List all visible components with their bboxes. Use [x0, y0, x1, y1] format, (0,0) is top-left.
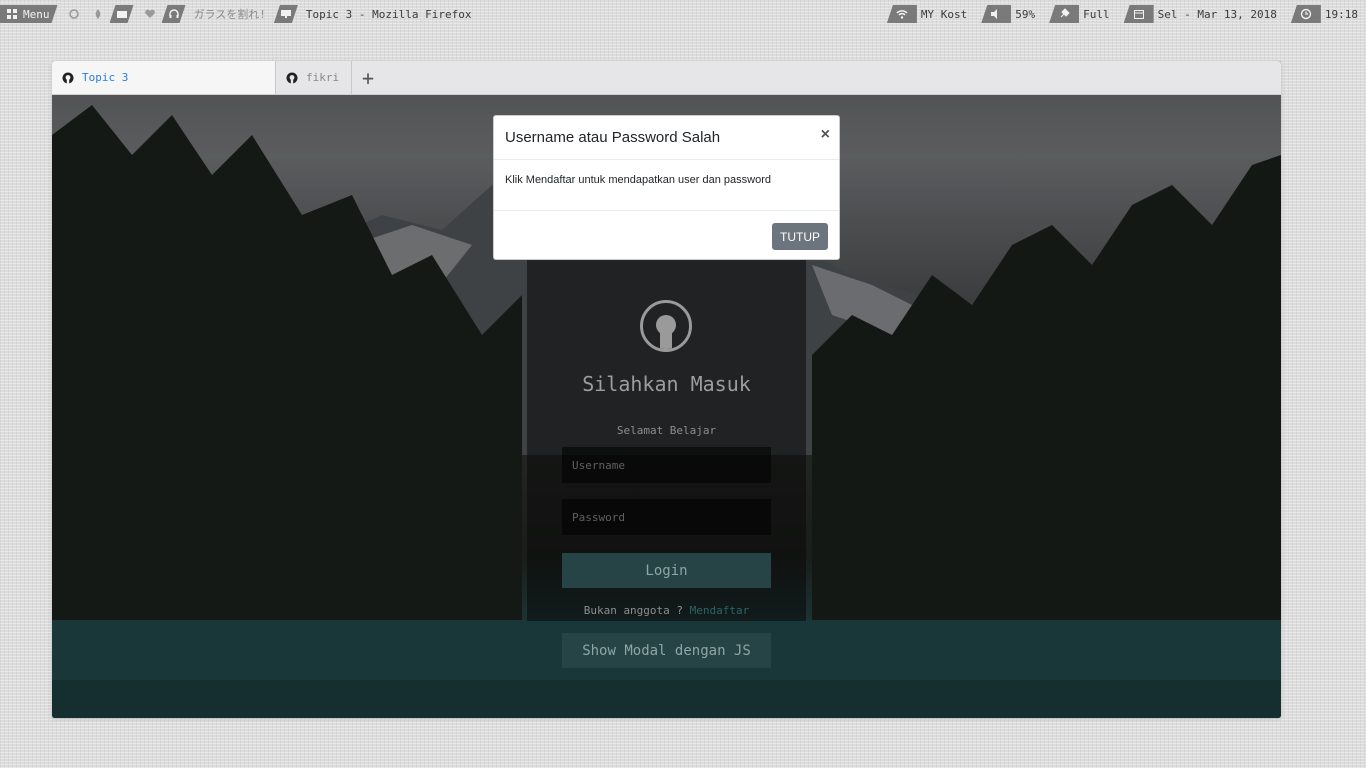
clock-icon: [1300, 8, 1312, 20]
volume-icon: [990, 8, 1002, 20]
refresh-icon[interactable]: [68, 8, 80, 20]
menu-button[interactable]: Menu: [0, 5, 58, 23]
modal-title: Username atau Password Salah: [505, 129, 721, 146]
tab-fikri[interactable]: fikri: [276, 61, 352, 94]
close-icon[interactable]: ×: [821, 126, 830, 144]
calendar-indicator[interactable]: [1123, 5, 1154, 23]
headphones-button[interactable]: [162, 5, 186, 23]
monitor-icon: [280, 8, 292, 20]
modal-footer: TUTUP: [494, 211, 839, 259]
battery-label: Full: [1083, 7, 1110, 21]
wifi-icon: [896, 8, 908, 20]
folder-icon: [116, 8, 128, 20]
login-button[interactable]: Login: [562, 553, 771, 588]
username-input[interactable]: [562, 447, 771, 483]
github-avatar-icon: [640, 300, 692, 352]
register-prompt: Bukan anggota ? Mendaftar: [527, 604, 806, 617]
volume-indicator[interactable]: [981, 5, 1012, 23]
power-indicator[interactable]: [1049, 5, 1080, 23]
heartbeat-icon[interactable]: [144, 8, 156, 20]
date-label: Sel - Mar 13, 2018: [1157, 7, 1277, 21]
top-panel: Menu ガラスを割れ! Topic 3 - Mozilla Firefox M…: [0, 0, 1366, 28]
volume-label: 59%: [1015, 7, 1036, 21]
login-card: Silahkan Masuk Selamat Belajar Login Buk…: [527, 200, 806, 668]
github-icon: [286, 72, 298, 84]
tab-topic-3[interactable]: Topic 3: [52, 61, 276, 94]
modal-body: Klik Mendaftar untuk mendapatkan user da…: [494, 160, 839, 211]
tutup-button[interactable]: TUTUP: [772, 223, 828, 250]
active-window-title: Topic 3 - Mozilla Firefox: [305, 7, 472, 21]
grid-icon: [6, 8, 18, 20]
page-content: Silahkan Masuk Selamat Belajar Login Buk…: [52, 95, 1281, 718]
calendar-icon: [1133, 8, 1145, 20]
tab-bar: Topic 3 fikri +: [52, 61, 1281, 95]
wifi-indicator[interactable]: [886, 5, 917, 23]
clock-indicator[interactable]: [1290, 5, 1321, 23]
tab-label: Topic 3: [82, 71, 129, 84]
flame-icon[interactable]: [92, 8, 104, 20]
folder-button[interactable]: [110, 5, 134, 23]
github-icon: [62, 72, 74, 84]
monitor-button[interactable]: [274, 5, 298, 23]
now-playing-text: ガラスを割れ!: [193, 8, 266, 21]
register-link[interactable]: Mendaftar: [690, 604, 750, 617]
modal-header: Username atau Password Salah ×: [494, 116, 839, 160]
wifi-label: MY Kost: [920, 7, 968, 21]
plug-icon: [1058, 8, 1070, 20]
time-label: 19:18: [1324, 7, 1358, 21]
error-modal: Username atau Password Salah × Klik Mend…: [493, 115, 840, 260]
login-title: Silahkan Masuk: [582, 372, 751, 396]
show-modal-button[interactable]: Show Modal dengan JS: [562, 633, 771, 668]
plus-icon: +: [361, 65, 375, 90]
tab-label: fikri: [306, 71, 340, 84]
menu-label: Menu: [23, 7, 50, 21]
member-text: Bukan anggota ?: [583, 604, 684, 617]
password-input[interactable]: [562, 499, 771, 535]
login-subtitle: Selamat Belajar: [616, 424, 717, 437]
headphones-icon: [168, 8, 180, 20]
browser-window: Topic 3 fikri + Silahkan Masuk Selamat B…: [52, 61, 1281, 718]
new-tab-button[interactable]: +: [352, 61, 384, 94]
